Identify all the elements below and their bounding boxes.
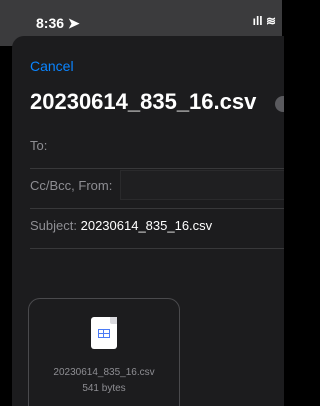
attachment-size: 541 bytes xyxy=(82,383,126,394)
compose-title: 20230614_835_16.csv xyxy=(30,89,257,114)
signal-wifi-icons: ıll ≋ xyxy=(252,14,276,28)
attachment-name: 20230614_835_16.csv xyxy=(53,367,155,378)
spreadsheet-file-icon xyxy=(91,317,117,349)
from-field[interactable] xyxy=(120,170,284,200)
to-row[interactable]: To: xyxy=(30,128,284,169)
status-time: 8:36 ➤ xyxy=(36,15,80,31)
title-action-icon[interactable] xyxy=(275,96,284,112)
to-label: To: xyxy=(30,138,48,153)
cancel-button[interactable]: Cancel xyxy=(30,58,74,74)
subject-label: Subject: 20230614_835_16.csv xyxy=(30,218,212,233)
attachment-card[interactable]: 20230614_835_16.csv 541 bytes xyxy=(28,298,180,406)
subject-row[interactable]: Subject: 20230614_835_16.csv xyxy=(30,208,284,249)
cc-bcc-label: Cc/Bcc, From: xyxy=(30,178,113,193)
screen: 8:36 ➤ ıll ≋ Cancel 20230614_835_16.csv … xyxy=(0,0,284,406)
subject-prefix: Subject: xyxy=(30,218,77,233)
compose-sheet: Cancel 20230614_835_16.csv To: Cc/Bcc, F… xyxy=(12,36,284,406)
grid-icon xyxy=(98,329,110,338)
subject-value: 20230614_835_16.csv xyxy=(80,218,213,233)
cc-bcc-row[interactable]: Cc/Bcc, From: xyxy=(30,168,284,209)
